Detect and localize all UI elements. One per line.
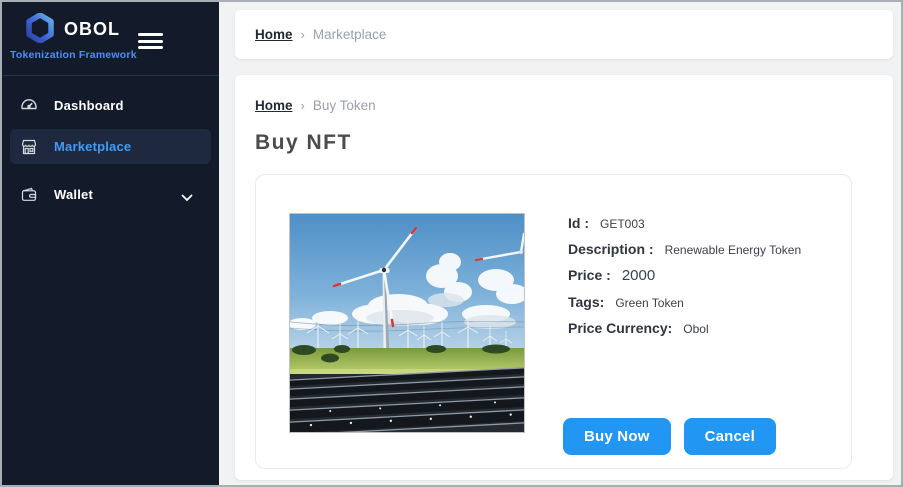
detail-row-id: Id : GET003 bbox=[568, 215, 801, 231]
sidebar-item-marketplace[interactable]: Marketplace bbox=[10, 129, 211, 164]
detail-value: 2000 bbox=[621, 267, 656, 284]
storefront-icon bbox=[20, 138, 38, 156]
breadcrumb-separator: › bbox=[300, 27, 305, 42]
detail-label: Id : bbox=[568, 215, 589, 231]
cancel-button[interactable]: Cancel bbox=[683, 418, 776, 455]
sidebar-header: OBOL Tokenization Framework bbox=[2, 2, 219, 76]
sidebar: OBOL Tokenization Framework Dashboard Ma… bbox=[2, 2, 219, 485]
obol-logo-icon bbox=[26, 12, 54, 48]
detail-label: Description : bbox=[568, 241, 654, 257]
nft-image bbox=[289, 213, 525, 433]
chevron-down-icon bbox=[181, 189, 193, 207]
breadcrumb: Home › Buy Token bbox=[235, 75, 893, 113]
buy-now-button[interactable]: Buy Now bbox=[563, 418, 671, 455]
breadcrumb: Home › Marketplace bbox=[235, 10, 893, 42]
sidebar-nav: Dashboard Marketplace Wallet bbox=[2, 77, 219, 214]
dashboard-gauge-icon bbox=[20, 96, 38, 114]
detail-value: GET003 bbox=[600, 217, 645, 231]
detail-row-price: Price : 2000 bbox=[568, 267, 801, 284]
nft-details: Id : GET003 Description : Renewable Ener… bbox=[568, 215, 801, 346]
detail-label: Price Currency: bbox=[568, 320, 673, 336]
detail-row-tags: Tags: Green Token bbox=[568, 294, 801, 310]
detail-label: Tags: bbox=[568, 294, 605, 310]
detail-row-price-currency: Price Currency: Obol bbox=[568, 320, 801, 336]
app-window: OBOL Tokenization Framework Dashboard Ma… bbox=[0, 0, 903, 487]
breadcrumb-separator: › bbox=[300, 98, 305, 113]
wallet-icon bbox=[20, 185, 38, 203]
sidebar-item-dashboard[interactable]: Dashboard bbox=[10, 91, 211, 119]
hamburger-menu-icon[interactable] bbox=[138, 33, 163, 49]
sidebar-item-label: Marketplace bbox=[54, 139, 132, 154]
action-buttons: Buy Now Cancel bbox=[563, 418, 776, 455]
detail-row-description: Description : Renewable Energy Token bbox=[568, 241, 801, 257]
brand-subtitle: Tokenization Framework bbox=[10, 49, 137, 61]
page-title: Buy NFT bbox=[255, 131, 352, 154]
detail-label: Price : bbox=[568, 267, 611, 283]
topbar-breadcrumb-card: Home › Marketplace bbox=[235, 10, 893, 59]
detail-value: Green Token bbox=[615, 296, 684, 310]
sidebar-item-label: Wallet bbox=[54, 186, 94, 202]
brand-name: OBOL bbox=[64, 19, 120, 39]
breadcrumb-home-link[interactable]: Home bbox=[255, 98, 293, 113]
nft-detail-card: Id : GET003 Description : Renewable Ener… bbox=[255, 174, 852, 469]
main-content: Home › Marketplace Home › Buy Token Buy … bbox=[219, 2, 901, 485]
buy-token-card: Home › Buy Token Buy NFT Id: GET003 Des… bbox=[235, 75, 893, 480]
sidebar-item-wallet[interactable]: Wallet bbox=[10, 180, 211, 208]
detail-value: Renewable Energy Token bbox=[664, 243, 802, 257]
breadcrumb-current: Buy Token bbox=[312, 98, 376, 113]
breadcrumb-home-link[interactable]: Home bbox=[255, 27, 293, 42]
sidebar-item-label: Dashboard bbox=[54, 97, 124, 113]
breadcrumb-current: Marketplace bbox=[312, 27, 387, 42]
detail-value: Obol bbox=[683, 322, 709, 336]
